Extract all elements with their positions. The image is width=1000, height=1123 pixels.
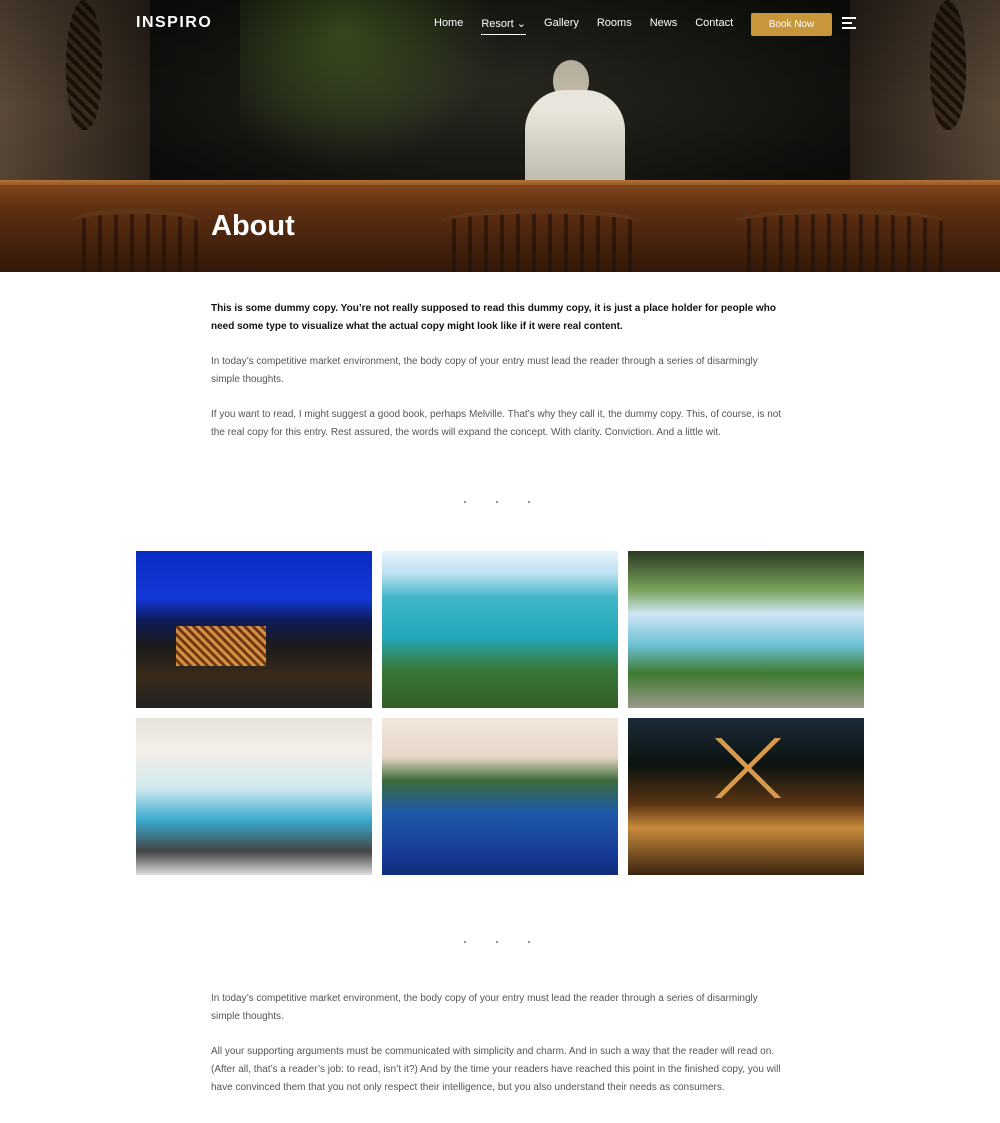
intro-lead: This is some dummy copy. You’re not real…: [211, 303, 776, 332]
outro-section: In today’s competitive market environmen…: [211, 990, 786, 1114]
gallery-image[interactable]: [382, 551, 618, 708]
gallery-image[interactable]: [382, 718, 618, 875]
nav-contact[interactable]: Contact: [695, 17, 733, 35]
section-divider: [464, 941, 530, 943]
intro-paragraph: In today’s competitive market environmen…: [211, 356, 758, 385]
nav-rooms[interactable]: Rooms: [597, 17, 632, 35]
nav-home[interactable]: Home: [434, 17, 463, 35]
main-nav: Home Resort ⌄ Gallery Rooms News Contact: [434, 17, 733, 35]
hero-banner: INSPIRO Home Resort ⌄ Gallery Rooms News…: [0, 0, 1000, 272]
gallery-image[interactable]: [136, 718, 372, 875]
outro-paragraph: In today’s competitive market environmen…: [211, 993, 758, 1022]
book-now-button[interactable]: Book Now: [751, 13, 832, 36]
nav-news[interactable]: News: [650, 17, 678, 35]
gallery-image[interactable]: [136, 551, 372, 708]
nav-resort[interactable]: Resort ⌄: [481, 17, 527, 35]
page-title: About: [211, 210, 295, 242]
hamburger-menu-icon[interactable]: [842, 17, 856, 29]
image-gallery: [136, 551, 864, 875]
gallery-image[interactable]: [628, 718, 864, 875]
site-logo[interactable]: INSPIRO: [136, 14, 212, 32]
intro-section: This is some dummy copy. You’re not real…: [211, 300, 786, 459]
section-divider: [464, 501, 530, 503]
nav-gallery[interactable]: Gallery: [544, 17, 579, 35]
gallery-image[interactable]: [628, 551, 864, 708]
outro-paragraph: All your supporting arguments must be co…: [211, 1046, 781, 1093]
intro-paragraph: If you want to read, I might suggest a g…: [211, 409, 782, 438]
